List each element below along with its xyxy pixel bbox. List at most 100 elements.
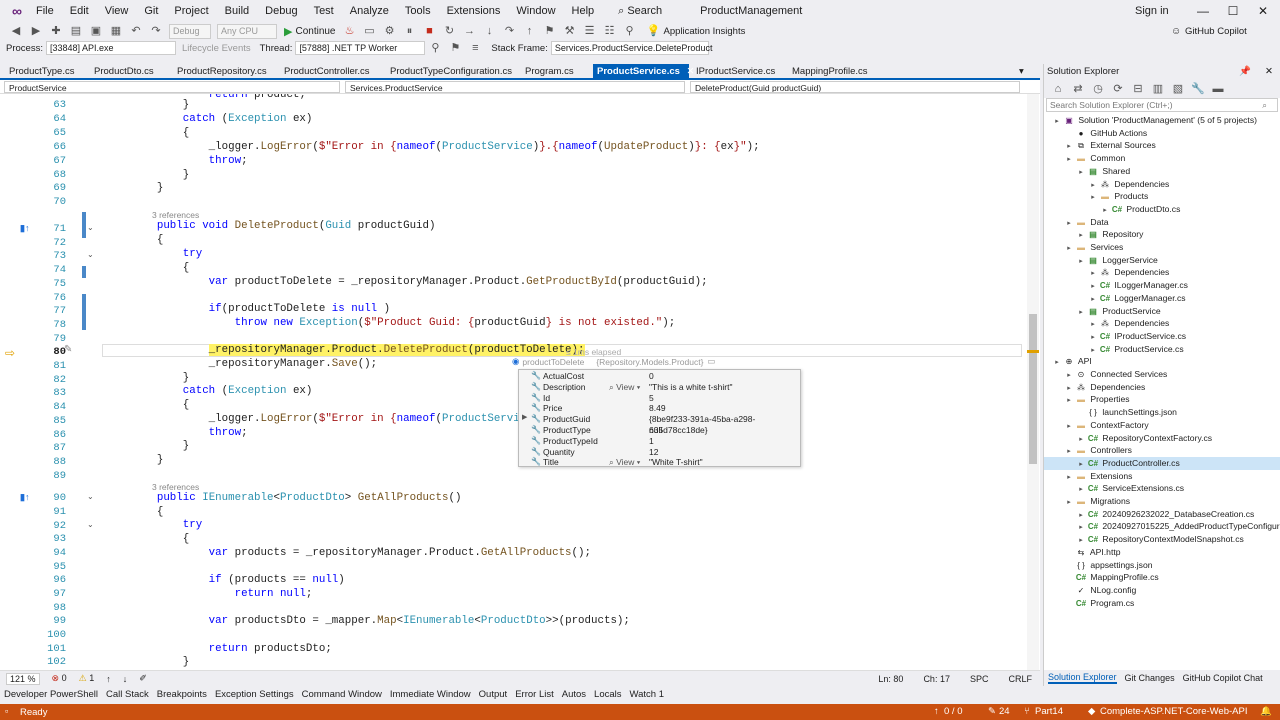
step-out-icon[interactable]: ↑ bbox=[522, 23, 538, 39]
search-icon[interactable]: ⌕ bbox=[1262, 99, 1267, 111]
toolbar-icon-e[interactable]: ⚲ bbox=[622, 23, 638, 39]
show-next-statement-icon[interactable]: → bbox=[462, 23, 478, 39]
zoom-combo[interactable]: 121 % bbox=[6, 672, 40, 685]
tab-producttypeconfiguration[interactable]: ProductTypeConfiguration.cs bbox=[386, 64, 516, 80]
close-icon[interactable]: ✕ bbox=[1248, 0, 1278, 22]
execution-pointer-icon[interactable]: ⇨ bbox=[5, 346, 15, 360]
project-combo[interactable]: ProductService bbox=[4, 81, 340, 93]
tree-item[interactable]: ▸ ▬ Products bbox=[1088, 190, 1148, 203]
warnings-indicator[interactable]: ⚠ 1 bbox=[79, 673, 95, 684]
tab-autos[interactable]: Autos bbox=[562, 689, 586, 700]
tree-item[interactable]: ▸ C# 20240927015225_AddedProductTypeConfi… bbox=[1076, 520, 1280, 533]
references-codelens[interactable]: 3 references bbox=[152, 482, 199, 492]
tab-productservice[interactable]: ProductService.cs ✕ bbox=[593, 64, 695, 80]
datatip-row[interactable]: 🔧 ProductType null bbox=[519, 425, 800, 436]
tab-locals[interactable]: Locals bbox=[594, 689, 621, 700]
tree-item[interactable]: ▸ ▤ ProductService bbox=[1076, 305, 1160, 320]
tree-item[interactable]: ▸ ▬ Controllers bbox=[1064, 444, 1132, 457]
menu-git[interactable]: Git bbox=[136, 0, 166, 22]
tab-exception-settings[interactable]: Exception Settings bbox=[215, 689, 294, 700]
collapse-all-icon[interactable]: ⊟ bbox=[1130, 81, 1146, 97]
fold-chevron-icon[interactable]: ⌄ bbox=[87, 520, 94, 529]
expand-toggle-icon[interactable]: ▸ bbox=[1064, 472, 1074, 485]
notifications-icon[interactable]: 🔔 bbox=[1260, 704, 1272, 720]
datatip-row[interactable]: 🔧 Description ⌕ View ▾ "This is a white t-s… bbox=[519, 382, 800, 393]
datatip-row[interactable]: 🔧 Title ⌕ View ▾ "White T-shirt" bbox=[519, 457, 800, 468]
pause-icon[interactable]: ⏸ bbox=[402, 23, 418, 39]
tree-item[interactable]: ▸ ▬ Common bbox=[1064, 152, 1125, 165]
tree-item[interactable]: ▸ C# 20240926232022_DatabaseCreation.cs bbox=[1076, 508, 1254, 521]
stop-icon[interactable]: ■ bbox=[422, 23, 438, 39]
type-combo[interactable]: Services.ProductService bbox=[345, 81, 685, 93]
tree-item[interactable]: ▸ ▤ Repository bbox=[1076, 228, 1143, 241]
tree-item[interactable]: ▸ C# IProductService.cs bbox=[1088, 330, 1186, 343]
tree-item[interactable]: ● GitHub Actions bbox=[1064, 127, 1148, 140]
property-value[interactable]: 8.49 bbox=[649, 403, 666, 414]
tree-item[interactable]: ▸ C# LoggerManager.cs bbox=[1088, 292, 1185, 305]
tab-output[interactable]: Output bbox=[479, 689, 508, 700]
menu-test[interactable]: Test bbox=[306, 0, 342, 22]
fold-chevron-icon[interactable]: ⌄ bbox=[87, 492, 94, 501]
expand-toggle-icon[interactable]: ▸ bbox=[1064, 497, 1074, 510]
errors-indicator[interactable]: ⊗ 0 bbox=[52, 673, 67, 684]
fold-chevron-icon[interactable]: ⌄ bbox=[87, 250, 94, 259]
property-value[interactable]: "This is a white t-shirt" bbox=[649, 382, 733, 393]
pin-icon[interactable]: ◉ bbox=[512, 356, 519, 367]
restart-icon[interactable]: ↻ bbox=[442, 23, 458, 39]
github-copilot-button[interactable]: GitHub Copilot bbox=[1185, 26, 1247, 37]
datatip-row[interactable]: 🔧 Price 8.49 bbox=[519, 403, 800, 414]
tree-item[interactable]: ▸ ⁂ Dependencies bbox=[1064, 381, 1145, 394]
tab-github-copilot-chat[interactable]: GitHub Copilot Chat bbox=[1183, 673, 1263, 683]
tree-item[interactable]: ▸ C# ILoggerManager.cs bbox=[1088, 279, 1188, 292]
datatip-row[interactable]: 🔧 ActualCost 0 bbox=[519, 371, 800, 382]
stack-frame-combo[interactable]: Services.ProductService.DeleteProduct bbox=[550, 41, 712, 55]
line-ending-status[interactable]: CRLF bbox=[1008, 671, 1032, 687]
menu-build[interactable]: Build bbox=[217, 0, 257, 22]
tree-item[interactable]: ▸ ▣ Solution 'ProductManagement' (5 of 5 … bbox=[1052, 114, 1257, 127]
menu-file[interactable]: File bbox=[28, 0, 62, 22]
switch-views-icon[interactable]: ⇄ bbox=[1070, 81, 1086, 97]
tab-productdto[interactable]: ProductDto.cs bbox=[90, 64, 158, 80]
tab-solution-explorer[interactable]: Solution Explorer bbox=[1048, 672, 1117, 684]
brush-icon[interactable]: ✐ bbox=[139, 673, 147, 684]
tree-item[interactable]: ▸ ▬ Properties bbox=[1064, 393, 1129, 408]
toolbar-icon-d[interactable]: ☷ bbox=[602, 23, 618, 39]
tree-item[interactable]: ▸ ▬ Extensions bbox=[1064, 470, 1132, 483]
menu-extensions[interactable]: Extensions bbox=[439, 0, 509, 22]
tab-productcontroller[interactable]: ProductController.cs bbox=[280, 64, 374, 80]
breakpoint-settings-icon[interactable]: ✎ bbox=[64, 344, 72, 355]
tab-error-list[interactable]: Error List bbox=[515, 689, 554, 700]
menu-analyze[interactable]: Analyze bbox=[342, 0, 397, 22]
tree-item[interactable]: ▸ C# ProductDto.cs bbox=[1100, 203, 1180, 216]
expand-toggle-icon[interactable]: ▸ bbox=[1088, 192, 1098, 205]
expand-arrow-icon[interactable]: ▶ bbox=[522, 413, 527, 421]
tree-item[interactable]: C# Program.cs bbox=[1064, 597, 1134, 610]
view-visualizer-button[interactable]: ⌕ View ▾ bbox=[609, 382, 640, 393]
errors-status[interactable]: 0 / 0 bbox=[944, 704, 963, 720]
tree-item[interactable]: ▸ ▬ ContextFactory bbox=[1064, 419, 1148, 432]
preview-selected-icon[interactable]: ▬ bbox=[1210, 81, 1226, 97]
menu-help[interactable]: Help bbox=[564, 0, 603, 22]
tree-item[interactable]: ▸ ⁂ Dependencies bbox=[1088, 178, 1169, 191]
toolbar-icon-b[interactable]: ⚒ bbox=[562, 23, 578, 39]
solution-search-input[interactable]: Search Solution Explorer (Ctrl+;) ⌕ bbox=[1046, 98, 1278, 112]
forward-icon[interactable]: ▶ bbox=[28, 23, 44, 39]
property-value[interactable]: "White T-shirt" bbox=[649, 457, 703, 468]
editor-scrollbar[interactable] bbox=[1027, 94, 1039, 670]
expand-toggle-icon[interactable]: ▸ bbox=[1076, 167, 1086, 180]
tree-item[interactable]: C# MappingProfile.cs bbox=[1064, 571, 1159, 584]
property-value[interactable]: 0 bbox=[649, 371, 654, 382]
redo-icon[interactable]: ↷ bbox=[148, 23, 164, 39]
expand-toggle-icon[interactable]: ▸ bbox=[1076, 307, 1086, 320]
tab-program[interactable]: Program.cs bbox=[521, 64, 578, 80]
expand-toggle-icon[interactable]: ▸ bbox=[1064, 395, 1074, 408]
tree-item[interactable]: ▸ C# RepositoryContextModelSnapshot.cs bbox=[1076, 533, 1244, 546]
lifecycle-events-button[interactable]: Lifecycle Events bbox=[182, 43, 251, 54]
references-codelens[interactable]: 3 references bbox=[152, 210, 199, 220]
tab-watch-1[interactable]: Watch 1 bbox=[630, 689, 665, 700]
datatip-row[interactable]: 🔧 Quantity 12 bbox=[519, 447, 800, 458]
application-insights-button[interactable]: Application Insights bbox=[664, 26, 746, 37]
expand-toggle-icon[interactable]: ▸ bbox=[1064, 243, 1074, 256]
tree-item[interactable]: ▸ C# ProductService.cs bbox=[1088, 343, 1183, 356]
property-value[interactable]: 5 bbox=[649, 393, 654, 404]
